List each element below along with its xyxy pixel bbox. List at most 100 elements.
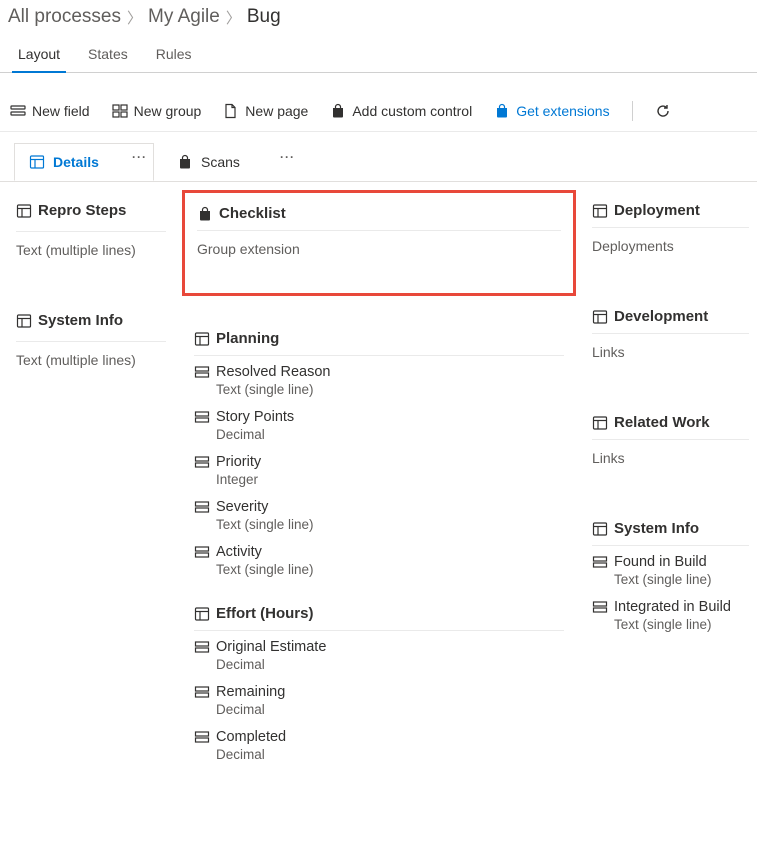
new-group-label: New group [134, 103, 202, 119]
right-column: Deployment Deployments Development Links… [592, 196, 749, 766]
tab-states[interactable]: States [74, 36, 142, 72]
layout-icon [29, 154, 45, 170]
field-activity[interactable]: Activity Text (single line) [194, 536, 564, 581]
bag-icon [494, 103, 510, 119]
breadcrumb-my-agile[interactable]: My Agile [148, 6, 220, 28]
field-completed-type: Decimal [194, 747, 564, 762]
field-completed-label: Completed [216, 729, 286, 745]
breadcrumb-all-processes[interactable]: All processes [8, 6, 121, 28]
field-icon [194, 499, 210, 515]
field-story-points[interactable]: Story Points Decimal [194, 401, 564, 446]
page-icon [223, 103, 239, 119]
new-field-label: New field [32, 103, 90, 119]
field-found-in-build[interactable]: Found in Build Text (single line) [592, 546, 749, 591]
group-system-info-left[interactable]: System Info [16, 306, 166, 337]
get-extensions-link[interactable]: Get extensions [494, 103, 609, 119]
layout-icon [16, 313, 32, 329]
field-found-in-build-type: Text (single line) [592, 572, 749, 587]
field-severity[interactable]: Severity Text (single line) [194, 491, 564, 536]
chevron-right-icon: 〉 [226, 7, 241, 28]
field-icon [592, 554, 608, 570]
field-icon [194, 639, 210, 655]
new-field-button[interactable]: New field [10, 103, 90, 119]
group-effort-title: Effort (Hours) [216, 605, 314, 622]
left-column: Repro Steps Text (multiple lines) System… [16, 196, 166, 766]
layout-icon [194, 331, 210, 347]
group-development-title: Development [614, 308, 708, 325]
field-original-estimate[interactable]: Original Estimate Decimal [194, 631, 564, 676]
layout-icon [592, 203, 608, 219]
group-development-sub: Links [592, 334, 749, 368]
group-system-info-right[interactable]: System Info [592, 514, 749, 546]
bag-icon [330, 103, 346, 119]
group-effort[interactable]: Effort (Hours) [194, 599, 564, 631]
field-icon [194, 684, 210, 700]
field-severity-label: Severity [216, 499, 268, 515]
group-planning[interactable]: Planning [194, 324, 564, 356]
group-related-work-title: Related Work [614, 414, 710, 431]
field-priority-type: Integer [194, 472, 564, 487]
group-deployment[interactable]: Deployment [592, 196, 749, 228]
new-group-button[interactable]: New group [112, 103, 202, 119]
field-activity-type: Text (single line) [194, 562, 564, 577]
layout-icon [592, 415, 608, 431]
group-deployment-sub: Deployments [592, 228, 749, 262]
new-page-button[interactable]: New page [223, 103, 308, 119]
more-icon[interactable]: ··· [280, 150, 295, 164]
field-remaining-type: Decimal [194, 702, 564, 717]
add-custom-control-label: Add custom control [352, 103, 472, 119]
group-checklist-title: Checklist [219, 205, 286, 222]
bag-icon [177, 154, 193, 170]
group-related-work-sub: Links [592, 440, 749, 474]
middle-column: Checklist Group extension Planning Resol… [194, 196, 564, 766]
tab-layout[interactable]: Layout [4, 36, 74, 72]
group-related-work[interactable]: Related Work [592, 408, 749, 440]
field-icon [10, 103, 26, 119]
field-priority[interactable]: Priority Integer [194, 446, 564, 491]
group-deployment-title: Deployment [614, 202, 700, 219]
refresh-icon [655, 103, 671, 119]
breadcrumb-current: Bug [247, 6, 281, 28]
field-integrated-in-build-type: Text (single line) [592, 617, 749, 632]
group-development[interactable]: Development [592, 302, 749, 334]
field-integrated-in-build[interactable]: Integrated in Build Text (single line) [592, 591, 749, 636]
field-original-estimate-type: Decimal [194, 657, 564, 672]
field-found-in-build-label: Found in Build [614, 554, 707, 570]
group-repro-steps-title: Repro Steps [38, 202, 126, 219]
field-icon [194, 409, 210, 425]
field-icon [194, 364, 210, 380]
pagetab-scans[interactable]: Scans ··· [162, 143, 302, 181]
field-resolved-reason[interactable]: Resolved Reason Text (single line) [194, 356, 564, 401]
group-icon [112, 103, 128, 119]
group-system-info-left-title: System Info [38, 312, 123, 329]
get-extensions-label: Get extensions [516, 103, 609, 119]
group-system-info-right-title: System Info [614, 520, 699, 537]
layout-icon [194, 606, 210, 622]
field-icon [194, 729, 210, 745]
field-icon [592, 599, 608, 615]
chevron-right-icon: 〉 [127, 7, 142, 28]
tab-rules[interactable]: Rules [142, 36, 206, 72]
more-icon[interactable]: ··· [132, 150, 147, 164]
field-completed[interactable]: Completed Decimal [194, 721, 564, 766]
field-story-points-type: Decimal [194, 427, 564, 442]
group-checklist[interactable]: Checklist [197, 199, 561, 231]
checklist-highlight: Checklist Group extension [182, 190, 576, 296]
group-repro-steps[interactable]: Repro Steps [16, 196, 166, 227]
layout-icon [592, 521, 608, 537]
field-remaining[interactable]: Remaining Decimal [194, 676, 564, 721]
layout-icon [16, 203, 32, 219]
refresh-button[interactable] [655, 103, 671, 119]
toolbar: New field New group New page Add custom … [0, 91, 757, 132]
group-repro-steps-type: Text (multiple lines) [16, 232, 166, 266]
new-page-label: New page [245, 103, 308, 119]
add-custom-control-button[interactable]: Add custom control [330, 103, 472, 119]
field-integrated-in-build-label: Integrated in Build [614, 599, 731, 615]
field-resolved-reason-label: Resolved Reason [216, 364, 330, 380]
breadcrumb: All processes 〉 My Agile 〉 Bug [0, 0, 757, 36]
field-priority-label: Priority [216, 454, 261, 470]
pagetab-details[interactable]: Details ··· [14, 143, 154, 181]
group-system-info-left-type: Text (multiple lines) [16, 342, 166, 376]
field-resolved-reason-type: Text (single line) [194, 382, 564, 397]
group-checklist-sub: Group extension [197, 231, 561, 265]
